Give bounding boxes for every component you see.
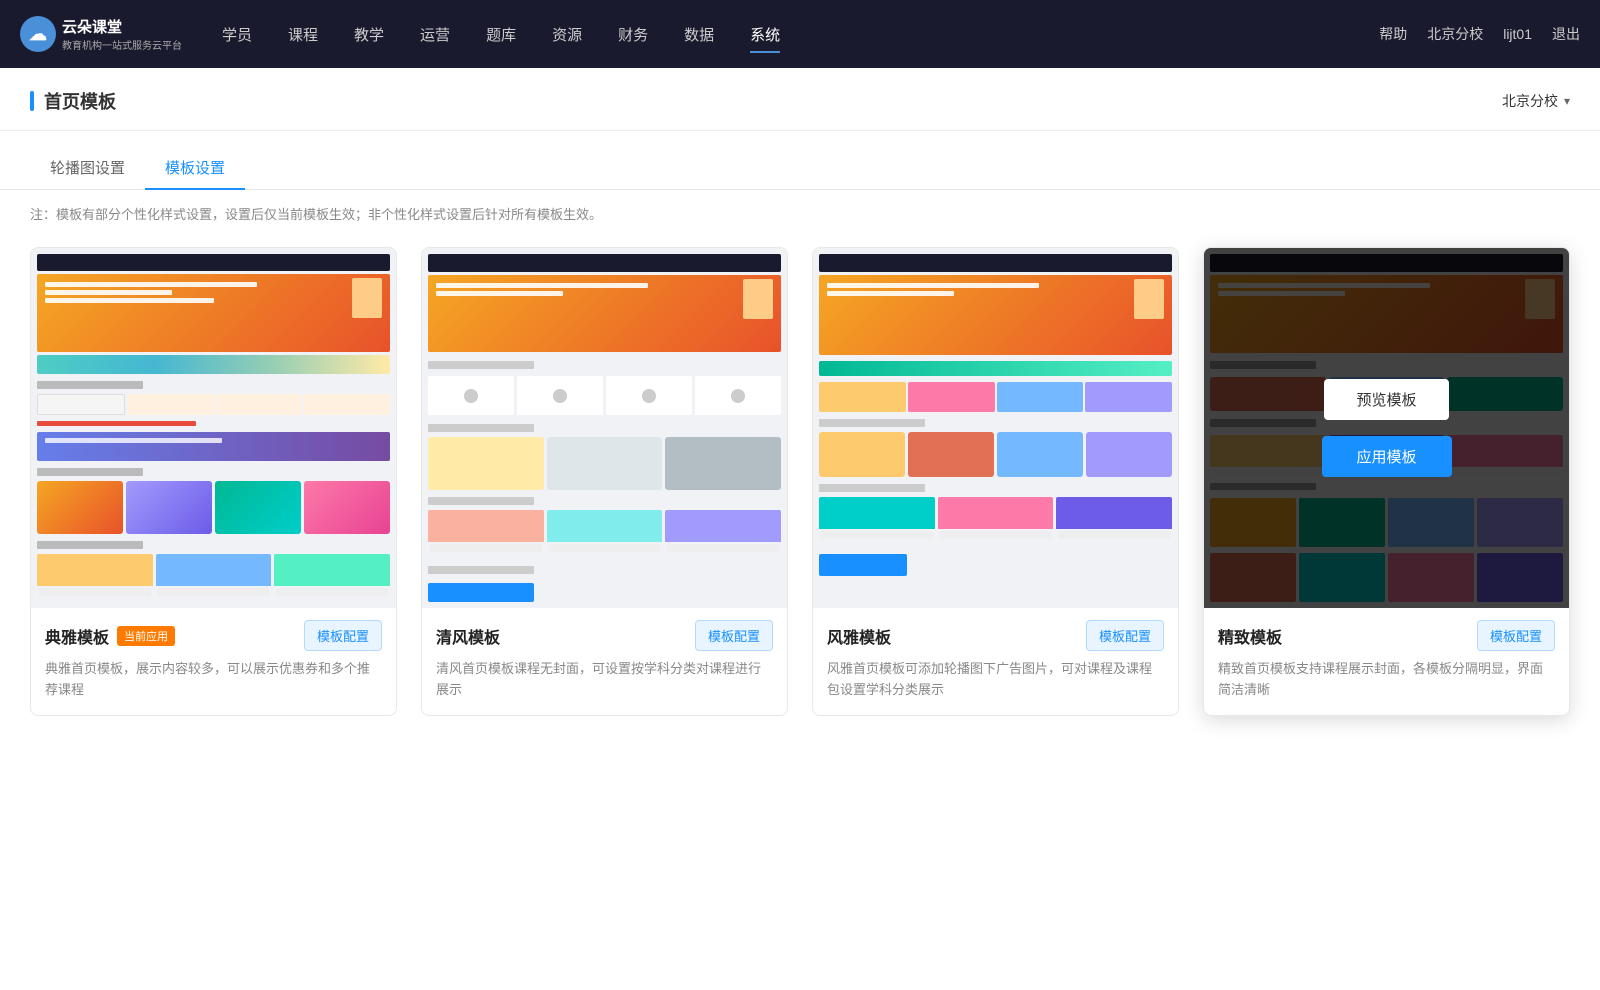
- template-desc-dianaya: 典雅首页模板，展示内容较多，可以展示优惠券和多个推荐课程: [45, 659, 382, 701]
- template-name-qingfeng: 清风模板: [436, 624, 500, 648]
- template-name-fengya: 风雅模板: [827, 624, 891, 648]
- tab-template[interactable]: 模板设置: [145, 147, 245, 190]
- btn-config-qingfeng[interactable]: 模板配置: [695, 620, 773, 651]
- overlay-buttons: 预览模板 应用模板: [1322, 379, 1452, 477]
- btn-config-dianaya[interactable]: 模板配置: [304, 620, 382, 651]
- template-card-qingfeng: 清风模板 模板配置 清风首页模板课程无封面，可设置按学科分类对课程进行展示: [421, 247, 788, 716]
- template-name-row-qingfeng: 清风模板 模板配置: [436, 620, 773, 651]
- nav-branch[interactable]: 北京分校: [1427, 24, 1483, 44]
- template-name-dianaya: 典雅模板: [45, 624, 109, 648]
- template-desc-qingfeng: 清风首页模板课程无封面，可设置按学科分类对课程进行展示: [436, 659, 773, 701]
- page-header: 首页模板 北京分校 ▾: [0, 68, 1600, 131]
- template-card-fengya: 风雅模板 模板配置 风雅首页模板可添加轮播图下广告图片，可对课程及课程包设置学科…: [812, 247, 1179, 716]
- template-card-dianaya: 典雅模板 当前应用 模板配置 典雅首页模板，展示内容较多，可以展示优惠券和多个推…: [30, 247, 397, 716]
- nav-item-operation[interactable]: 运营: [420, 20, 450, 49]
- template-preview-jingzhi[interactable]: 预览模板 应用模板: [1204, 248, 1569, 608]
- nav-logout[interactable]: 退出: [1552, 24, 1580, 44]
- logo-main-text: 云朵课堂: [62, 16, 182, 37]
- template-name-jingzhi: 精致模板: [1218, 624, 1282, 648]
- logo-icon: ☁: [20, 16, 56, 52]
- template-preview-qingfeng[interactable]: [422, 248, 787, 608]
- btn-config-fengya[interactable]: 模板配置: [1086, 620, 1164, 651]
- page-wrapper: 首页模板 北京分校 ▾ 轮播图设置 模板设置 注：模板有部分个性化样式设置，设置…: [0, 68, 1600, 990]
- tabs-wrapper: 轮播图设置 模板设置: [0, 131, 1600, 190]
- btn-preview-jingzhi[interactable]: 预览模板: [1324, 379, 1448, 420]
- template-desc-fengya: 风雅首页模板可添加轮播图下广告图片，可对课程及课程包设置学科分类展示: [827, 659, 1164, 701]
- branch-selector-text: 北京分校: [1502, 91, 1558, 111]
- template-preview-dianaya[interactable]: [31, 248, 396, 608]
- tab-carousel[interactable]: 轮播图设置: [30, 147, 145, 190]
- template-footer-qingfeng: 清风模板 模板配置 清风首页模板课程无封面，可设置按学科分类对课程进行展示: [422, 608, 787, 715]
- template-name-row-fengya: 风雅模板 模板配置: [827, 620, 1164, 651]
- nav-right: 帮助 北京分校 lijt01 退出: [1379, 24, 1580, 44]
- template-footer-fengya: 风雅模板 模板配置 风雅首页模板可添加轮播图下广告图片，可对课程及课程包设置学科…: [813, 608, 1178, 715]
- template-desc-jingzhi: 精致首页模板支持课程展示封面，各模板分隔明显，界面简洁清晰: [1218, 659, 1555, 701]
- navbar: ☁ 云朵课堂 教育机构一站式服务云平台 学员 课程 教学 运营 题库 资源 财务…: [0, 0, 1600, 68]
- template-card-jingzhi: 预览模板 应用模板 精致模板 模板配置 精致首页模板支持课程展示封面，各模板分隔…: [1203, 247, 1570, 716]
- template-name-wrapper-fengya: 风雅模板: [827, 624, 891, 648]
- template-footer-jingzhi: 精致模板 模板配置 精致首页模板支持课程展示封面，各模板分隔明显，界面简洁清晰: [1204, 608, 1569, 715]
- btn-apply-jingzhi[interactable]: 应用模板: [1322, 436, 1452, 477]
- nav-item-student[interactable]: 学员: [222, 20, 252, 49]
- logo-sub-text: 教育机构一站式服务云平台: [62, 37, 182, 52]
- nav-item-course[interactable]: 课程: [288, 20, 318, 49]
- nav-item-resources[interactable]: 资源: [552, 20, 582, 49]
- templates-grid: 典雅模板 当前应用 模板配置 典雅首页模板，展示内容较多，可以展示优惠券和多个推…: [0, 237, 1600, 756]
- nav-item-data[interactable]: 数据: [684, 20, 714, 49]
- note-bar: 注：模板有部分个性化样式设置，设置后仅当前模板生效；非个性化样式设置后针对所有模…: [0, 190, 1600, 237]
- note-text: 注：模板有部分个性化样式设置，设置后仅当前模板生效；非个性化样式设置后针对所有模…: [30, 207, 602, 222]
- nav-menu: 学员 课程 教学 运营 题库 资源 财务 数据 系统: [222, 20, 1379, 49]
- template-name-row-dianaya: 典雅模板 当前应用 模板配置: [45, 620, 382, 651]
- btn-config-jingzhi[interactable]: 模板配置: [1477, 620, 1555, 651]
- template-footer-dianaya: 典雅模板 当前应用 模板配置 典雅首页模板，展示内容较多，可以展示优惠券和多个推…: [31, 608, 396, 715]
- logo-text: 云朵课堂 教育机构一站式服务云平台: [62, 16, 182, 52]
- template-name-row-jingzhi: 精致模板 模板配置: [1218, 620, 1555, 651]
- template-name-wrapper-qingfeng: 清风模板: [436, 624, 500, 648]
- page-title: 首页模板: [44, 88, 116, 114]
- nav-help[interactable]: 帮助: [1379, 24, 1407, 44]
- nav-item-system[interactable]: 系统: [750, 20, 780, 49]
- badge-current-dianaya: 当前应用: [117, 626, 175, 646]
- template-preview-fengya[interactable]: [813, 248, 1178, 608]
- chevron-down-icon: ▾: [1564, 94, 1570, 108]
- page-title-bar: [30, 91, 34, 111]
- nav-item-teaching[interactable]: 教学: [354, 20, 384, 49]
- page-title-wrapper: 首页模板: [30, 88, 116, 114]
- nav-item-finance[interactable]: 财务: [618, 20, 648, 49]
- nav-item-questions[interactable]: 题库: [486, 20, 516, 49]
- template-name-wrapper-dianaya: 典雅模板 当前应用: [45, 624, 175, 648]
- nav-user[interactable]: lijt01: [1503, 26, 1532, 42]
- logo: ☁ 云朵课堂 教育机构一站式服务云平台: [20, 16, 182, 52]
- template-name-wrapper-jingzhi: 精致模板: [1218, 624, 1282, 648]
- branch-selector[interactable]: 北京分校 ▾: [1502, 91, 1570, 111]
